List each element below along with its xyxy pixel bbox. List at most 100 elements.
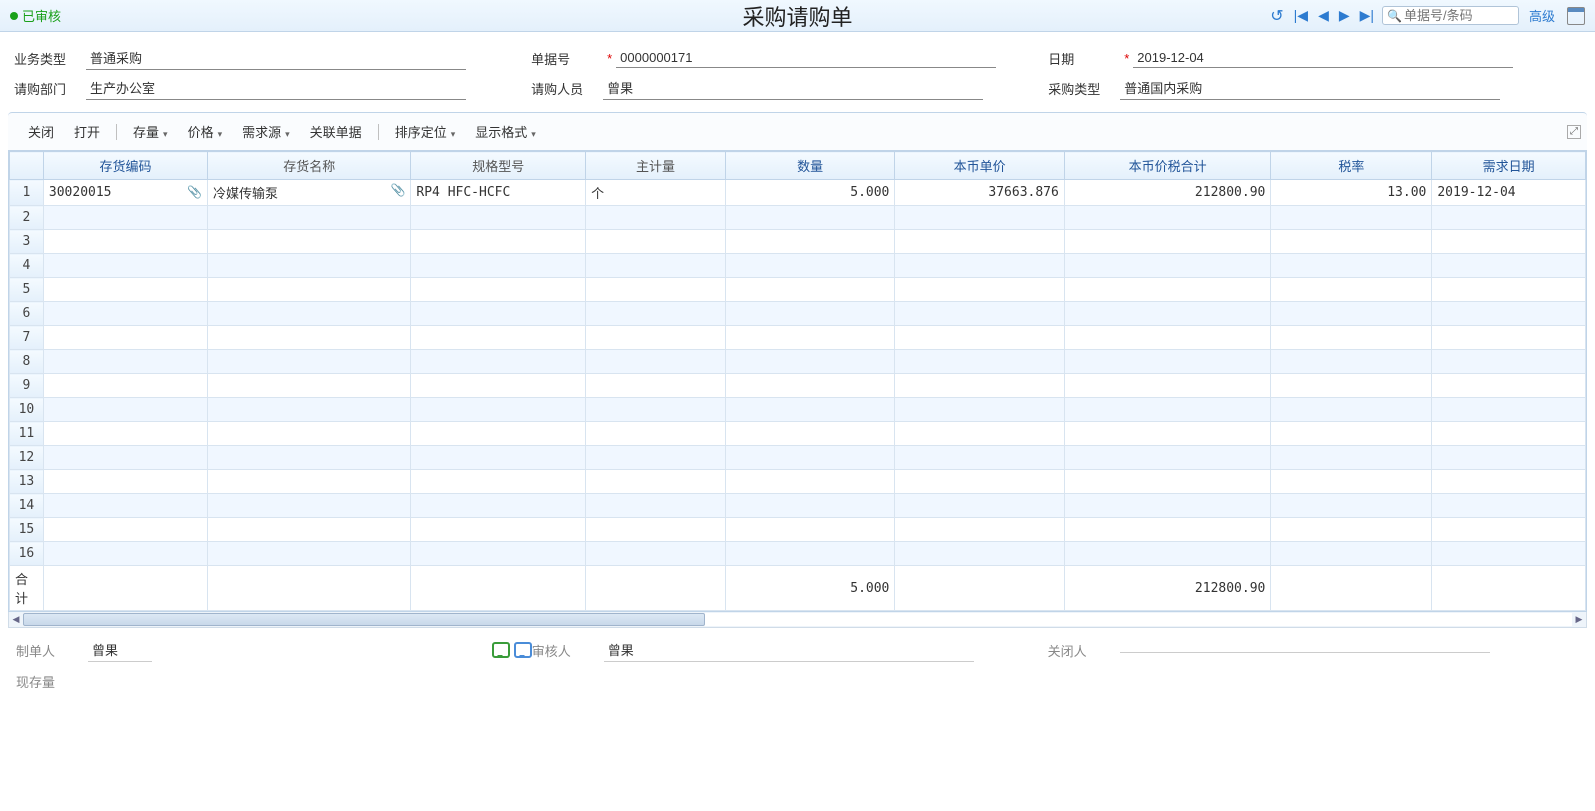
table-row[interactable]: 16 [10, 542, 1586, 566]
related-button[interactable]: 关联单据 [300, 119, 372, 144]
status-dot-icon [10, 12, 18, 20]
cell-uom[interactable]: 个 [586, 180, 726, 206]
label-person: 请购人员 [531, 79, 603, 98]
col-code[interactable]: 存货编码 [43, 152, 207, 180]
prev-icon[interactable]: ◀ [1316, 5, 1331, 26]
expand-icon[interactable]: ⤢ [1567, 125, 1581, 139]
display-button[interactable]: 显示格式 [465, 119, 546, 144]
comment-blue-icon[interactable] [514, 642, 532, 658]
separator [378, 124, 379, 140]
col-tax[interactable]: 税率 [1271, 152, 1432, 180]
col-name[interactable]: 存货名称 [208, 152, 411, 180]
stock-button[interactable]: 存量 [123, 119, 178, 144]
table-row[interactable]: 6 [10, 302, 1586, 326]
table-row[interactable]: 8 [10, 350, 1586, 374]
grid-toolbar: 关闭 打开 存量 价格 需求源 关联单据 排序定位 显示格式 ⤢ [8, 112, 1587, 151]
search-icon: 🔍 [1387, 9, 1402, 23]
cell-qty[interactable]: 5.000 [725, 180, 894, 206]
table-row[interactable]: 15 [10, 518, 1586, 542]
cell-name[interactable]: 冷媒传输泵📎 [208, 180, 411, 206]
col-spec[interactable]: 规格型号 [411, 152, 586, 180]
col-price[interactable]: 本币单价 [895, 152, 1064, 180]
table-row[interactable]: 7 [10, 326, 1586, 350]
field-date: 日期 * 2019-12-04 [1048, 46, 1581, 70]
value-ptype[interactable]: 普通国内采购 [1120, 76, 1500, 100]
refresh-icon[interactable]: ↺ [1268, 4, 1285, 28]
scroll-right-icon[interactable]: ▶ [1572, 612, 1586, 627]
value-date[interactable]: 2019-12-04 [1133, 48, 1513, 68]
field-ptype: 采购类型 普通国内采购 [1048, 76, 1581, 100]
label-closer: 关闭人 [1048, 641, 1120, 660]
total-qty: 5.000 [725, 566, 894, 611]
label-ptype: 采购类型 [1048, 79, 1120, 98]
value-dept[interactable]: 生产办公室 [86, 76, 466, 100]
cell-tax[interactable]: 13.00 [1271, 180, 1432, 206]
total-row: 合计 5.000 212800.90 [10, 566, 1586, 611]
scrollbar-thumb[interactable] [23, 613, 705, 626]
advanced-link[interactable]: 高级 [1529, 6, 1555, 25]
required-star: * [1124, 51, 1129, 66]
source-button[interactable]: 需求源 [232, 119, 300, 144]
horizontal-scrollbar[interactable]: ◀ ▶ [8, 612, 1587, 628]
col-uom[interactable]: 主计量 [586, 152, 726, 180]
attachment-icon[interactable]: 📎 [390, 183, 405, 197]
table-row[interactable]: 2 [10, 206, 1586, 230]
field-dept: 请购部门 生产办公室 [14, 76, 531, 100]
col-need[interactable]: 需求日期 [1432, 152, 1586, 180]
col-amount[interactable]: 本币价税合计 [1064, 152, 1271, 180]
top-bar: 已审核 采购请购单 ↺ |◀ ◀ ▶ ▶| 🔍 高级 [0, 0, 1595, 32]
calendar-icon[interactable] [1567, 7, 1585, 25]
close-button[interactable]: 关闭 [18, 119, 64, 144]
cell-code[interactable]: 30020015📎 [43, 180, 207, 206]
scroll-left-icon[interactable]: ◀ [9, 612, 23, 627]
next-icon[interactable]: ▶ [1337, 5, 1352, 26]
open-button[interactable]: 打开 [64, 119, 110, 144]
value-closer[interactable] [1120, 648, 1490, 653]
cell-amount[interactable]: 212800.90 [1064, 180, 1271, 206]
table-row[interactable]: 13 [10, 470, 1586, 494]
table-row[interactable]: 4 [10, 254, 1586, 278]
cell-price[interactable]: 37663.876 [895, 180, 1064, 206]
field-closer: 关闭人 [1048, 638, 1579, 662]
field-person: 请购人员 曾果 [531, 76, 1048, 100]
value-biz-type[interactable]: 普通采购 [86, 46, 466, 70]
cell-spec[interactable]: RP4 HFC-HCFC [411, 180, 586, 206]
value-doc-no[interactable]: 0000000171 [616, 48, 996, 68]
value-auditor[interactable]: 曾果 [604, 638, 974, 662]
required-star: * [607, 51, 612, 66]
field-doc-no: 单据号 * 0000000171 [531, 46, 1048, 70]
header-row: 存货编码 存货名称 规格型号 主计量 数量 本币单价 本币价税合计 税率 需求日… [10, 152, 1586, 180]
label-date: 日期 [1048, 49, 1120, 68]
top-right-controls: ↺ |◀ ◀ ▶ ▶| 🔍 高级 [1268, 4, 1585, 28]
table-row[interactable]: 1 30020015📎 冷媒传输泵📎 RP4 HFC-HCFC 个 5.000 … [10, 180, 1586, 206]
table-row[interactable]: 14 [10, 494, 1586, 518]
table-row[interactable]: 3 [10, 230, 1586, 254]
total-amount: 212800.90 [1064, 566, 1271, 611]
value-maker[interactable]: 曾果 [88, 638, 152, 662]
col-rownum[interactable] [10, 152, 44, 180]
search-input[interactable] [1404, 8, 1514, 23]
sort-button[interactable]: 排序定位 [385, 119, 466, 144]
last-icon[interactable]: ▶| [1358, 5, 1376, 26]
value-person[interactable]: 曾果 [603, 76, 983, 100]
search-box[interactable]: 🔍 [1382, 6, 1519, 25]
footer-area: 制单人 曾果 审核人 曾果 关闭人 现存量 [0, 628, 1595, 701]
status-text: 已审核 [22, 6, 61, 25]
grid: 存货编码 存货名称 规格型号 主计量 数量 本币单价 本币价税合计 税率 需求日… [8, 151, 1587, 612]
attachment-icon[interactable]: 📎 [187, 185, 202, 199]
col-qty[interactable]: 数量 [725, 152, 894, 180]
price-button[interactable]: 价格 [178, 119, 233, 144]
cell-need[interactable]: 2019-12-04 [1432, 180, 1586, 206]
label-dept: 请购部门 [14, 79, 86, 98]
table-row[interactable]: 5 [10, 278, 1586, 302]
table-row[interactable]: 12 [10, 446, 1586, 470]
table-row[interactable]: 9 [10, 374, 1586, 398]
table-row[interactable]: 10 [10, 398, 1586, 422]
field-stock: 现存量 [16, 672, 532, 691]
comment-green-icon[interactable] [492, 642, 510, 658]
label-doc-no: 单据号 [531, 49, 603, 68]
first-icon[interactable]: |◀ [1292, 5, 1310, 26]
table-row[interactable]: 11 [10, 422, 1586, 446]
label-biz-type: 业务类型 [14, 49, 86, 68]
status-badge: 已审核 [10, 6, 61, 25]
